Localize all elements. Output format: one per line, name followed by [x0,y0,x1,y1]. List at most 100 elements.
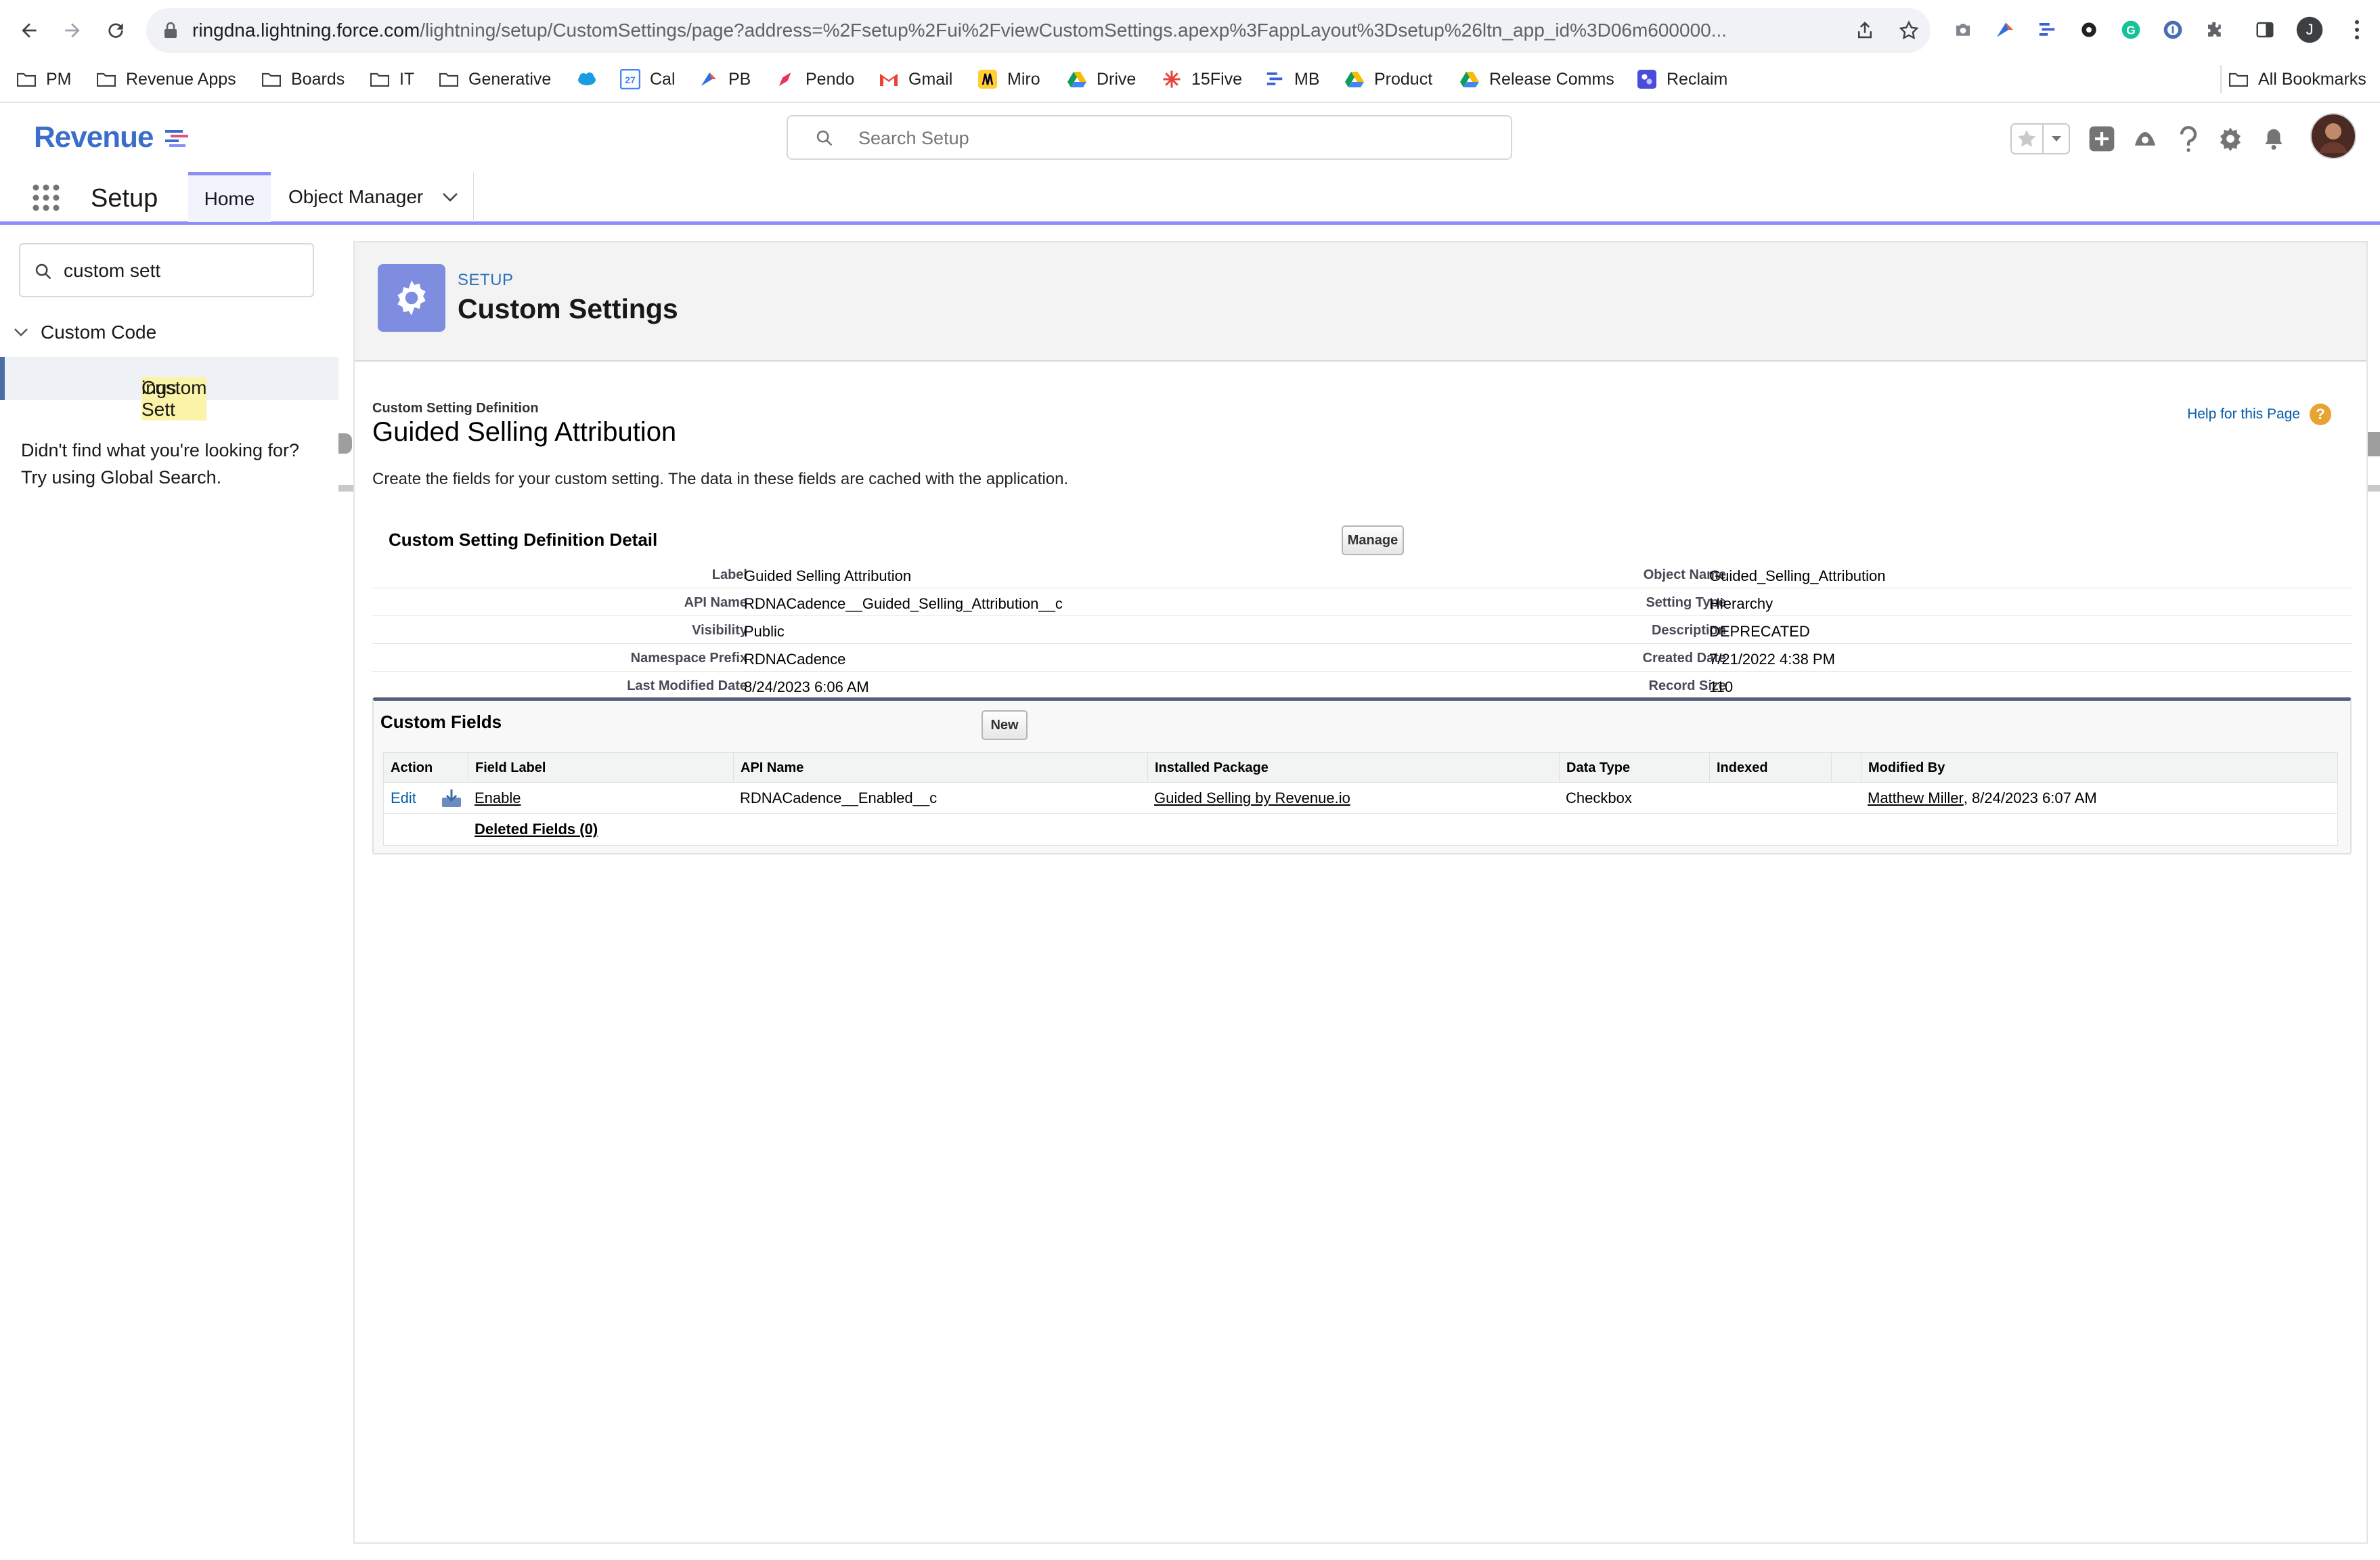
chevron-down-icon[interactable] [442,192,458,202]
tab-home[interactable]: Home [188,172,271,222]
trailhead-icon[interactable] [2130,123,2161,154]
mb-icon [1264,69,1285,89]
share-icon[interactable] [1855,20,1875,41]
not-found-message: Didn't find what you're looking for? Try… [21,437,299,491]
drive-icon [1067,69,1087,89]
column-header: Field Label [468,753,733,783]
grammarly-icon[interactable]: G [2116,15,2146,45]
user-avatar[interactable] [2310,112,2357,160]
custom-fields-section: Custom Fields New Action Field Label API… [372,697,2352,854]
quick-find-input[interactable] [64,258,301,284]
chrome-menu-icon[interactable] [2342,15,2372,45]
table-header-row: Action Field Label API Name Installed Pa… [384,753,2337,783]
tree-group-label: Custom Code [41,322,157,343]
extensions-puzzle-icon[interactable] [2200,15,2230,45]
manage-button[interactable]: Manage [1342,525,1404,555]
column-header: Modified By [1861,753,2339,783]
forward-button[interactable] [56,14,89,47]
table-row-deleted-fields: Deleted Fields (0) [384,814,2337,845]
bookmark-revenue-apps[interactable]: Revenue Apps [96,65,236,93]
drive-icon [1344,69,1365,89]
detail-value: DEPRECATED [1709,623,1810,640]
bookmark-reclaim[interactable]: Reclaim [1637,65,1727,93]
not-found-line1: Didn't find what you're looking for? [21,440,300,460]
drive-icon [1459,69,1480,89]
help-for-page-link[interactable]: Help for this Page ? [2187,404,2331,425]
bookmark-salesforce[interactable] [577,65,607,93]
lock-icon [164,22,177,38]
edit-link[interactable]: Edit [391,789,416,807]
bookmark-mb[interactable]: MB [1264,65,1320,93]
bookmark-product[interactable]: Product [1344,65,1432,93]
bookmark-15five[interactable]: 15Five [1162,65,1242,93]
installed-package-link[interactable]: Guided Selling by Revenue.io [1154,789,1350,807]
new-field-button[interactable]: New [982,710,1028,740]
detail-label: Label [711,567,747,582]
bookmark-release-comms[interactable]: Release Comms [1459,65,1614,93]
panel-resize-handle[interactable] [338,433,352,454]
custom-fields-table: Action Field Label API Name Installed Pa… [383,752,2338,846]
folder-icon [261,69,282,89]
quick-find-box[interactable] [19,243,314,297]
bookmark-generative[interactable]: Generative [439,65,551,93]
help-question-icon[interactable] [2173,123,2204,154]
bookmark-pendo[interactable]: Pendo [776,65,854,93]
column-header: Installed Package [1147,753,1559,783]
bookmark-pb[interactable]: PB [699,65,751,93]
detail-value: RDNACadence__Guided_Selling_Attribution_… [744,595,1063,612]
side-panel-icon[interactable] [2250,15,2280,45]
bookmark-cal[interactable]: 27 Cal [620,65,676,93]
revenue-logo[interactable]: Revenue [34,121,188,154]
global-create-icon[interactable] [2086,123,2117,154]
forward-arrow-icon [65,23,80,38]
setup-search-box[interactable] [787,115,1512,160]
tree-group-custom-code[interactable]: Custom Code [14,322,156,343]
address-bar[interactable]: ringdna.lightning.force.com/lightning/se… [146,8,1931,53]
definition-title: Guided Selling Attribution [372,417,677,447]
bookmark-drive[interactable]: Drive [1067,65,1136,93]
folder-icon [96,69,116,89]
pendo-icon [776,69,796,89]
bookmark-pm[interactable]: PM [16,65,72,93]
bookmark-label: Reclaim [1667,69,1728,89]
column-header: Indexed [1709,753,1831,783]
all-bookmarks[interactable]: All Bookmarks [2220,65,2366,93]
camera-extension-icon[interactable] [1948,15,1978,45]
setup-gear-icon[interactable] [2215,123,2246,154]
tree-item-custom-settings[interactable]: Custom Sett ings [0,357,338,420]
scroll-handle[interactable] [2366,432,2380,456]
tab-object-manager[interactable]: Object Manager [271,172,474,222]
deleted-fields-cell: Deleted Fields (0) [468,814,739,845]
bookmark-it[interactable]: IT [370,65,414,93]
bookmark-miro[interactable]: Miro [977,65,1040,93]
gmail-icon [879,69,899,89]
password-extension-icon[interactable] [2158,15,2188,45]
deleted-fields-link[interactable]: Deleted Fields (0) [475,821,598,838]
field-label-link[interactable]: Enable [475,789,521,807]
bookmark-label: Miro [1007,69,1040,89]
installed-package-cell: Guided Selling by Revenue.io [1147,783,1559,814]
pb-extension-icon[interactable] [1990,15,2020,45]
notifications-bell-icon[interactable] [2258,123,2289,154]
reload-button[interactable] [99,14,133,47]
detail-row: API Name RDNACadence__Guided_Selling_Att… [372,588,2352,616]
bookmark-star-icon[interactable] [1898,20,1920,41]
setup-search-input[interactable] [858,126,1468,150]
bookmark-boards[interactable]: Boards [261,65,345,93]
bookmark-gmail[interactable]: Gmail [879,65,952,93]
detail-value: Guided Selling Attribution [744,567,912,584]
detail-label: Namespace Prefix [630,651,747,666]
profile-avatar[interactable]: J [2295,15,2324,45]
modified-by-user-link[interactable]: Matthew Miller [1868,789,1964,807]
bookmark-label: MB [1294,69,1320,89]
bookmark-label: PM [46,69,72,89]
favorites-button[interactable] [2010,123,2070,154]
divider [338,485,353,492]
tab-home-label: Home [204,188,255,209]
list-extension-icon[interactable] [2032,15,2062,45]
app-launcher-icon[interactable] [31,183,61,213]
data-type-cell: Checkbox [1566,789,1632,806]
back-button[interactable] [12,14,46,47]
modified-by-date: , 8/24/2023 6:07 AM [1963,789,2097,806]
gear-extension-icon[interactable] [2074,15,2104,45]
